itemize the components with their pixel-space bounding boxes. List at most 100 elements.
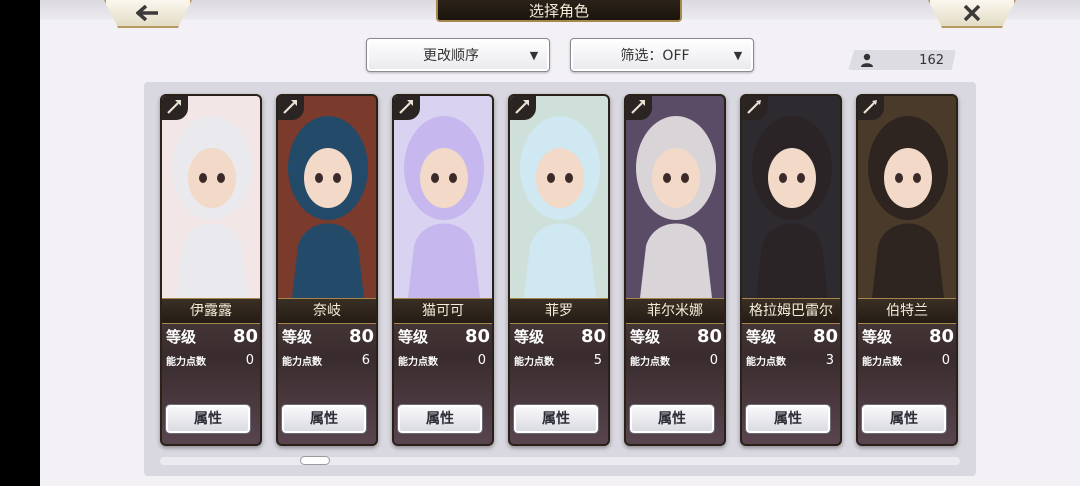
level-row: 等级 80 <box>746 325 838 347</box>
close-icon <box>963 4 981 22</box>
level-label: 等级 <box>166 327 197 346</box>
character-name: 伯特兰 <box>858 298 956 324</box>
level-value: 80 <box>232 325 258 347</box>
level-row: 等级 80 <box>514 325 606 347</box>
ability-points-value: 0 <box>941 352 950 368</box>
ability-points-row: 能力点数 0 <box>398 352 486 368</box>
ability-points-row: 能力点数 5 <box>514 352 602 368</box>
arrow-left-icon <box>136 5 158 21</box>
character-name: 伊露露 <box>162 298 260 324</box>
character-card-5[interactable]: 菲尔米娜 等级 80 能力点数 0 属性 <box>624 94 726 446</box>
level-label: 等级 <box>398 327 429 346</box>
weapon-type-badge <box>510 96 536 120</box>
level-row: 等级 80 <box>398 325 490 347</box>
ability-points-row: 能力点数 3 <box>746 352 834 368</box>
character-count: 162 <box>848 50 956 70</box>
ability-points-label: 能力点数 <box>746 356 786 368</box>
level-value: 80 <box>696 325 722 347</box>
weapon-type-badge <box>394 96 420 120</box>
attributes-button[interactable]: 属性 <box>745 404 831 434</box>
sort-dropdown[interactable]: 更改顺序 ▼ <box>366 38 550 72</box>
game-screen: 选择角色 更改顺序 ▼ 筛选：OFF ▼ 162 伊露露 等级 80 能力点数 … <box>40 0 1080 486</box>
ability-points-value: 6 <box>361 352 370 368</box>
ability-points-value: 0 <box>245 352 254 368</box>
spear-icon <box>747 100 761 114</box>
weapon-type-badge <box>162 96 188 120</box>
level-value: 80 <box>928 325 954 347</box>
level-row: 等级 80 <box>630 325 722 347</box>
level-label: 等级 <box>630 327 661 346</box>
level-label: 等级 <box>282 327 313 346</box>
character-portrait <box>510 96 608 298</box>
ability-points-label: 能力点数 <box>166 356 206 368</box>
scrollbar-thumb[interactable] <box>300 456 330 465</box>
character-name: 菲罗 <box>510 298 608 324</box>
weapon-type-badge <box>742 96 768 120</box>
character-card-1[interactable]: 伊露露 等级 80 能力点数 0 属性 <box>160 94 262 446</box>
ability-points-label: 能力点数 <box>862 356 902 368</box>
character-card-4[interactable]: 菲罗 等级 80 能力点数 5 属性 <box>508 94 610 446</box>
level-row: 等级 80 <box>862 325 954 347</box>
character-portrait <box>858 96 956 298</box>
level-label: 等级 <box>746 327 777 346</box>
character-portrait <box>394 96 492 298</box>
level-value: 80 <box>464 325 490 347</box>
ability-points-value: 5 <box>593 352 602 368</box>
ability-points-label: 能力点数 <box>398 356 438 368</box>
character-name: 菲尔米娜 <box>626 298 724 324</box>
axe-icon <box>167 100 181 114</box>
ability-points-label: 能力点数 <box>282 356 322 368</box>
level-value: 80 <box>580 325 606 347</box>
ability-points-value: 0 <box>477 352 486 368</box>
close-button[interactable] <box>928 0 1016 28</box>
axe-icon <box>631 100 645 114</box>
axe-icon <box>399 100 413 114</box>
filter-label: 筛选：OFF <box>620 48 690 64</box>
attributes-button[interactable]: 属性 <box>629 404 715 434</box>
level-row: 等级 80 <box>282 325 374 347</box>
back-button[interactable] <box>104 0 192 28</box>
character-portrait <box>278 96 376 298</box>
weapon-type-badge <box>626 96 652 120</box>
character-name: 猫可可 <box>394 298 492 324</box>
level-label: 等级 <box>862 327 893 346</box>
character-card-3[interactable]: 猫可可 等级 80 能力点数 0 属性 <box>392 94 494 446</box>
scrollbar-track[interactable] <box>160 457 960 465</box>
ability-points-row: 能力点数 0 <box>862 352 950 368</box>
level-label: 等级 <box>514 327 545 346</box>
ability-points-row: 能力点数 6 <box>282 352 370 368</box>
sort-label: 更改顺序 <box>423 48 479 64</box>
character-portrait <box>162 96 260 298</box>
filter-dropdown[interactable]: 筛选：OFF ▼ <box>570 38 754 72</box>
attributes-button[interactable]: 属性 <box>861 404 947 434</box>
character-name: 格拉姆巴雷尔 <box>742 298 840 324</box>
page-title: 选择角色 <box>436 0 682 22</box>
character-card-6[interactable]: 格拉姆巴雷尔 等级 80 能力点数 3 属性 <box>740 94 842 446</box>
attributes-button[interactable]: 属性 <box>165 404 251 434</box>
triangle-down-icon: ▼ <box>529 48 539 62</box>
ability-points-row: 能力点数 0 <box>166 352 254 368</box>
ability-points-value: 0 <box>709 352 718 368</box>
triangle-down-icon: ▼ <box>733 48 743 62</box>
attributes-button[interactable]: 属性 <box>397 404 483 434</box>
level-value: 80 <box>812 325 838 347</box>
character-card-2[interactable]: 奈岐 等级 80 能力点数 6 属性 <box>276 94 378 446</box>
weapon-type-badge <box>858 96 884 120</box>
ability-points-label: 能力点数 <box>514 356 554 368</box>
character-count-value: 162 <box>919 52 944 68</box>
ability-points-value: 3 <box>825 352 834 368</box>
weapon-type-badge <box>278 96 304 120</box>
level-value: 80 <box>348 325 374 347</box>
character-portrait <box>742 96 840 298</box>
attributes-button[interactable]: 属性 <box>281 404 367 434</box>
character-portrait <box>626 96 724 298</box>
character-name: 奈岐 <box>278 298 376 324</box>
character-card-7[interactable]: 伯特兰 等级 80 能力点数 0 属性 <box>856 94 958 446</box>
user-icon <box>861 53 873 67</box>
level-row: 等级 80 <box>166 325 258 347</box>
axe-icon <box>283 100 297 114</box>
ability-points-row: 能力点数 0 <box>630 352 718 368</box>
ability-points-label: 能力点数 <box>630 356 670 368</box>
attributes-button[interactable]: 属性 <box>513 404 599 434</box>
axe-icon <box>515 100 529 114</box>
